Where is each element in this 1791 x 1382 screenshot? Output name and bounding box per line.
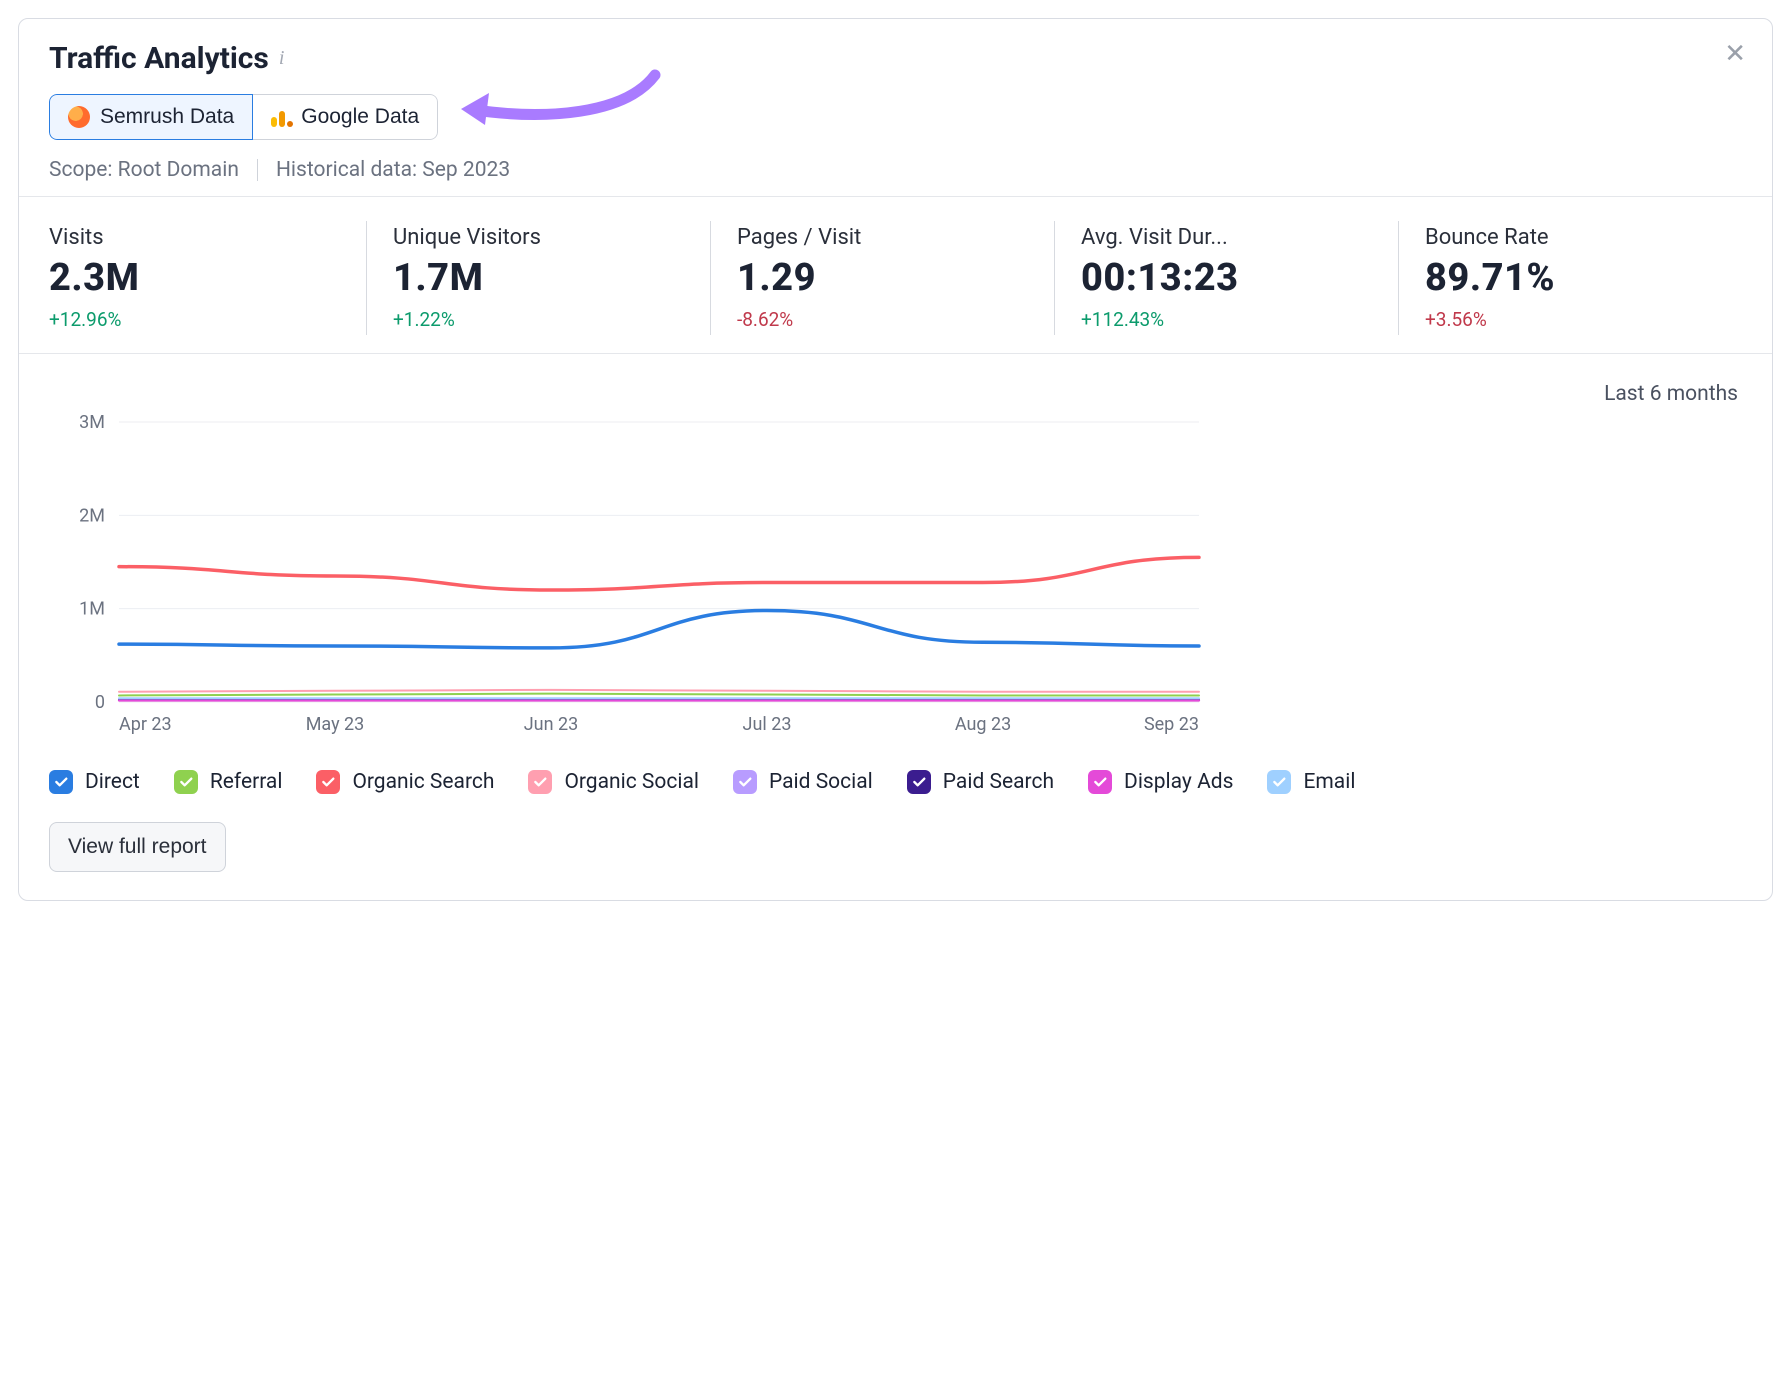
checkbox-icon [174,770,198,794]
svg-text:3M: 3M [79,412,105,433]
legend-label: Display Ads [1124,770,1233,794]
metric-card[interactable]: Pages / Visit 1.29 -8.62% [711,221,1055,335]
scope-label: Scope: Root Domain [49,158,239,182]
chart-section: Last 6 months 0 1M 2M 3M Apr 23 May 23 Jun 23 J… [19,354,1772,752]
metrics-row: Visits 2.3M +12.96% Unique Visitors 1.7M +1.2… [19,197,1772,354]
view-full-report-button[interactable]: View full report [49,822,226,872]
legend-label: Email [1303,770,1355,794]
legend-item[interactable]: Organic Search [316,770,494,794]
metric-value: 1.29 [737,256,1028,300]
panel-title: Traffic Analytics [49,41,269,76]
panel-footer: View full report [19,802,1772,900]
legend-item[interactable]: Direct [49,770,140,794]
tab-label: Semrush Data [100,105,234,129]
traffic-chart: 0 1M 2M 3M Apr 23 May 23 Jun 23 Jul 23 Aug 23 Sep… [49,412,1209,742]
semrush-icon [68,106,90,128]
range-label: Last 6 months [1604,382,1738,406]
annotation-arrow-icon [455,65,675,145]
svg-text:Jul 23: Jul 23 [743,714,792,735]
svg-text:Apr 23: Apr 23 [119,714,172,735]
svg-text:0: 0 [95,692,105,713]
svg-text:Sep 23: Sep 23 [1144,714,1199,735]
metric-delta: +3.56% [1425,308,1716,331]
metric-label: Avg. Visit Dur... [1081,225,1372,250]
close-icon[interactable]: ✕ [1724,41,1746,67]
legend-label: Direct [85,770,140,794]
metric-card[interactable]: Avg. Visit Dur... 00:13:23 +112.43% [1055,221,1399,335]
metric-value: 89.71% [1425,256,1716,300]
chart-legend: Direct Referral Organic Search Organic Soci… [19,752,1772,802]
legend-label: Organic Search [352,770,494,794]
checkbox-icon [907,770,931,794]
traffic-analytics-panel: Traffic Analytics i ✕ Semrush Data Googl… [18,18,1773,901]
legend-item[interactable]: Organic Social [528,770,699,794]
metric-card[interactable]: Bounce Rate 89.71% +3.56% [1399,221,1742,335]
legend-item[interactable]: Referral [174,770,283,794]
scope-meta: Scope: Root Domain Historical data: Sep … [49,158,1742,182]
metric-value: 00:13:23 [1081,256,1372,300]
checkbox-icon [1267,770,1291,794]
metric-delta: +12.96% [49,308,340,331]
metric-card[interactable]: Unique Visitors 1.7M +1.22% [367,221,711,335]
metric-delta: +1.22% [393,308,684,331]
metric-label: Pages / Visit [737,225,1028,250]
svg-text:2M: 2M [79,505,105,526]
metric-value: 2.3M [49,256,340,300]
historical-label: Historical data: Sep 2023 [276,158,510,182]
legend-label: Organic Social [564,770,699,794]
google-analytics-icon [271,107,291,127]
metric-card[interactable]: Visits 2.3M +12.96% [49,221,367,335]
legend-item[interactable]: Paid Search [907,770,1054,794]
svg-text:May 23: May 23 [306,714,365,735]
svg-text:Aug 23: Aug 23 [955,714,1011,735]
tab-google-data[interactable]: Google Data [253,94,438,140]
tab-semrush-data[interactable]: Semrush Data [49,94,253,140]
metric-label: Bounce Rate [1425,225,1716,250]
checkbox-icon [733,770,757,794]
legend-item[interactable]: Paid Social [733,770,873,794]
svg-text:Jun 23: Jun 23 [524,714,579,735]
data-source-toggle: Semrush Data Google Data [49,94,438,140]
metric-delta: -8.62% [737,308,1028,331]
metric-delta: +112.43% [1081,308,1372,331]
metric-label: Visits [49,225,340,250]
legend-label: Paid Search [943,770,1054,794]
separator [257,159,258,181]
checkbox-icon [316,770,340,794]
legend-item[interactable]: Display Ads [1088,770,1233,794]
checkbox-icon [1088,770,1112,794]
checkbox-icon [49,770,73,794]
panel-header: Traffic Analytics i ✕ Semrush Data Googl… [19,19,1772,197]
metric-value: 1.7M [393,256,684,300]
legend-label: Paid Social [769,770,873,794]
checkbox-icon [528,770,552,794]
svg-text:1M: 1M [79,599,105,620]
legend-label: Referral [210,770,283,794]
tab-label: Google Data [301,105,419,129]
metric-label: Unique Visitors [393,225,684,250]
info-icon[interactable]: i [279,47,285,70]
legend-item[interactable]: Email [1267,770,1355,794]
